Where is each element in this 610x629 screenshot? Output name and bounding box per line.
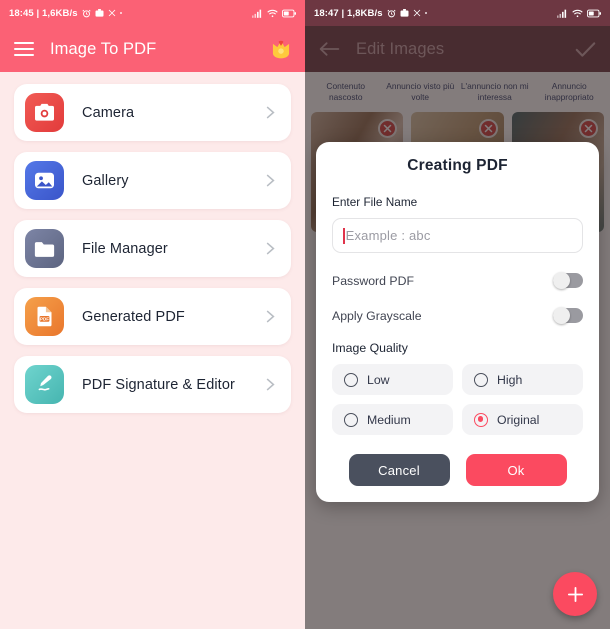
file-name-placeholder: Example : abc	[345, 228, 431, 243]
menu-item-label: Generated PDF	[82, 308, 185, 325]
quality-option-medium[interactable]: Medium	[332, 404, 453, 435]
svg-text:PDF: PDF	[40, 316, 49, 321]
dialog-title: Creating PDF	[407, 157, 508, 174]
file-name-input[interactable]: Example : abc	[332, 218, 583, 253]
quality-option-label: Original	[497, 412, 540, 427]
menu-item-label: Gallery	[82, 172, 129, 189]
apply-grayscale-toggle[interactable]	[553, 307, 583, 324]
password-pdf-row: Password PDF	[332, 272, 583, 289]
radio-icon	[344, 372, 358, 387]
toggle-knob	[553, 307, 570, 324]
page-title: Image To PDF	[50, 39, 157, 58]
quality-option-label: Low	[367, 372, 390, 387]
apply-grayscale-row: Apply Grayscale	[332, 307, 583, 324]
status-bar-right-icons	[557, 9, 601, 18]
menu-item-label: File Manager	[82, 240, 168, 257]
status-bar: 18:47 | 1,8KB/s	[305, 0, 610, 26]
ok-button[interactable]: Ok	[465, 454, 567, 486]
quality-option-label: Medium	[367, 412, 411, 427]
quality-option-original[interactable]: Original	[462, 404, 583, 435]
status-bar-left-icons	[82, 9, 122, 18]
crown-premium-icon[interactable]	[271, 39, 291, 60]
alarm-icon	[387, 9, 396, 18]
cancel-button[interactable]: Cancel	[348, 454, 450, 486]
alarm-icon	[82, 9, 91, 18]
radio-icon-selected	[474, 412, 488, 427]
chevron-right-icon	[266, 106, 275, 119]
left-phone-screen: 18:45 | 1,6KB/s Image To PDF Camera Gall…	[0, 0, 305, 629]
x-icon	[413, 9, 421, 17]
password-pdf-toggle[interactable]	[553, 272, 583, 289]
file-name-label: Enter File Name	[332, 195, 418, 209]
password-pdf-label: Password PDF	[332, 273, 415, 288]
radio-icon	[344, 412, 358, 427]
pdf-file-icon: PDF	[25, 297, 64, 336]
status-bar: 18:45 | 1,6KB/s	[0, 0, 305, 26]
wifi-icon	[572, 9, 583, 18]
dialog-actions: Cancel Ok	[332, 454, 583, 486]
menu-item-generated-pdf[interactable]: PDF Generated PDF	[14, 288, 291, 345]
quality-option-low[interactable]: Low	[332, 364, 453, 395]
signal-icon	[557, 9, 568, 18]
hamburger-menu-icon[interactable]	[14, 42, 34, 56]
gallery-image-icon	[25, 161, 64, 200]
battery-icon	[282, 9, 296, 18]
creating-pdf-dialog: Creating PDF Enter File Name Example : a…	[316, 142, 599, 502]
x-icon	[108, 9, 116, 17]
apply-grayscale-label: Apply Grayscale	[332, 308, 422, 323]
status-bar-left-icons	[387, 9, 427, 18]
menu-card-list: Camera Gallery File Manager PDF Generate…	[0, 72, 305, 413]
chevron-right-icon	[266, 174, 275, 187]
camera-icon	[95, 9, 104, 17]
signature-pen-icon	[25, 365, 64, 404]
chevron-right-icon	[266, 378, 275, 391]
quality-option-high[interactable]: High	[462, 364, 583, 395]
wifi-icon	[267, 9, 278, 18]
app-bar: Image To PDF	[0, 26, 305, 72]
menu-item-camera[interactable]: Camera	[14, 84, 291, 141]
plus-icon	[567, 586, 583, 602]
add-image-fab[interactable]	[553, 572, 597, 616]
dot-icon	[424, 12, 427, 14]
dot-icon	[119, 12, 122, 14]
chevron-right-icon	[266, 310, 275, 323]
image-quality-options: Low High Medium Original	[332, 364, 583, 435]
radio-icon	[474, 372, 488, 387]
battery-icon	[587, 9, 601, 18]
status-bar-time: 18:45 | 1,6KB/s	[9, 7, 78, 19]
camera-icon	[25, 93, 64, 132]
text-caret	[343, 227, 345, 244]
signal-icon	[252, 9, 263, 18]
folder-icon	[25, 229, 64, 268]
toggle-knob	[553, 272, 570, 289]
image-quality-label: Image Quality	[332, 341, 408, 355]
menu-item-pdf-signature-editor[interactable]: PDF Signature & Editor	[14, 356, 291, 413]
right-phone-screen: 18:47 | 1,8KB/s Creating PDF Enter File …	[305, 0, 610, 629]
camera-icon	[400, 9, 409, 17]
status-bar-time: 18:47 | 1,8KB/s	[314, 7, 383, 19]
menu-item-file-manager[interactable]: File Manager	[14, 220, 291, 277]
quality-option-label: High	[497, 372, 523, 387]
menu-item-label: Camera	[82, 104, 135, 121]
chevron-right-icon	[266, 242, 275, 255]
menu-item-gallery[interactable]: Gallery	[14, 152, 291, 209]
status-bar-right-icons	[252, 9, 296, 18]
menu-item-label: PDF Signature & Editor	[82, 376, 235, 393]
